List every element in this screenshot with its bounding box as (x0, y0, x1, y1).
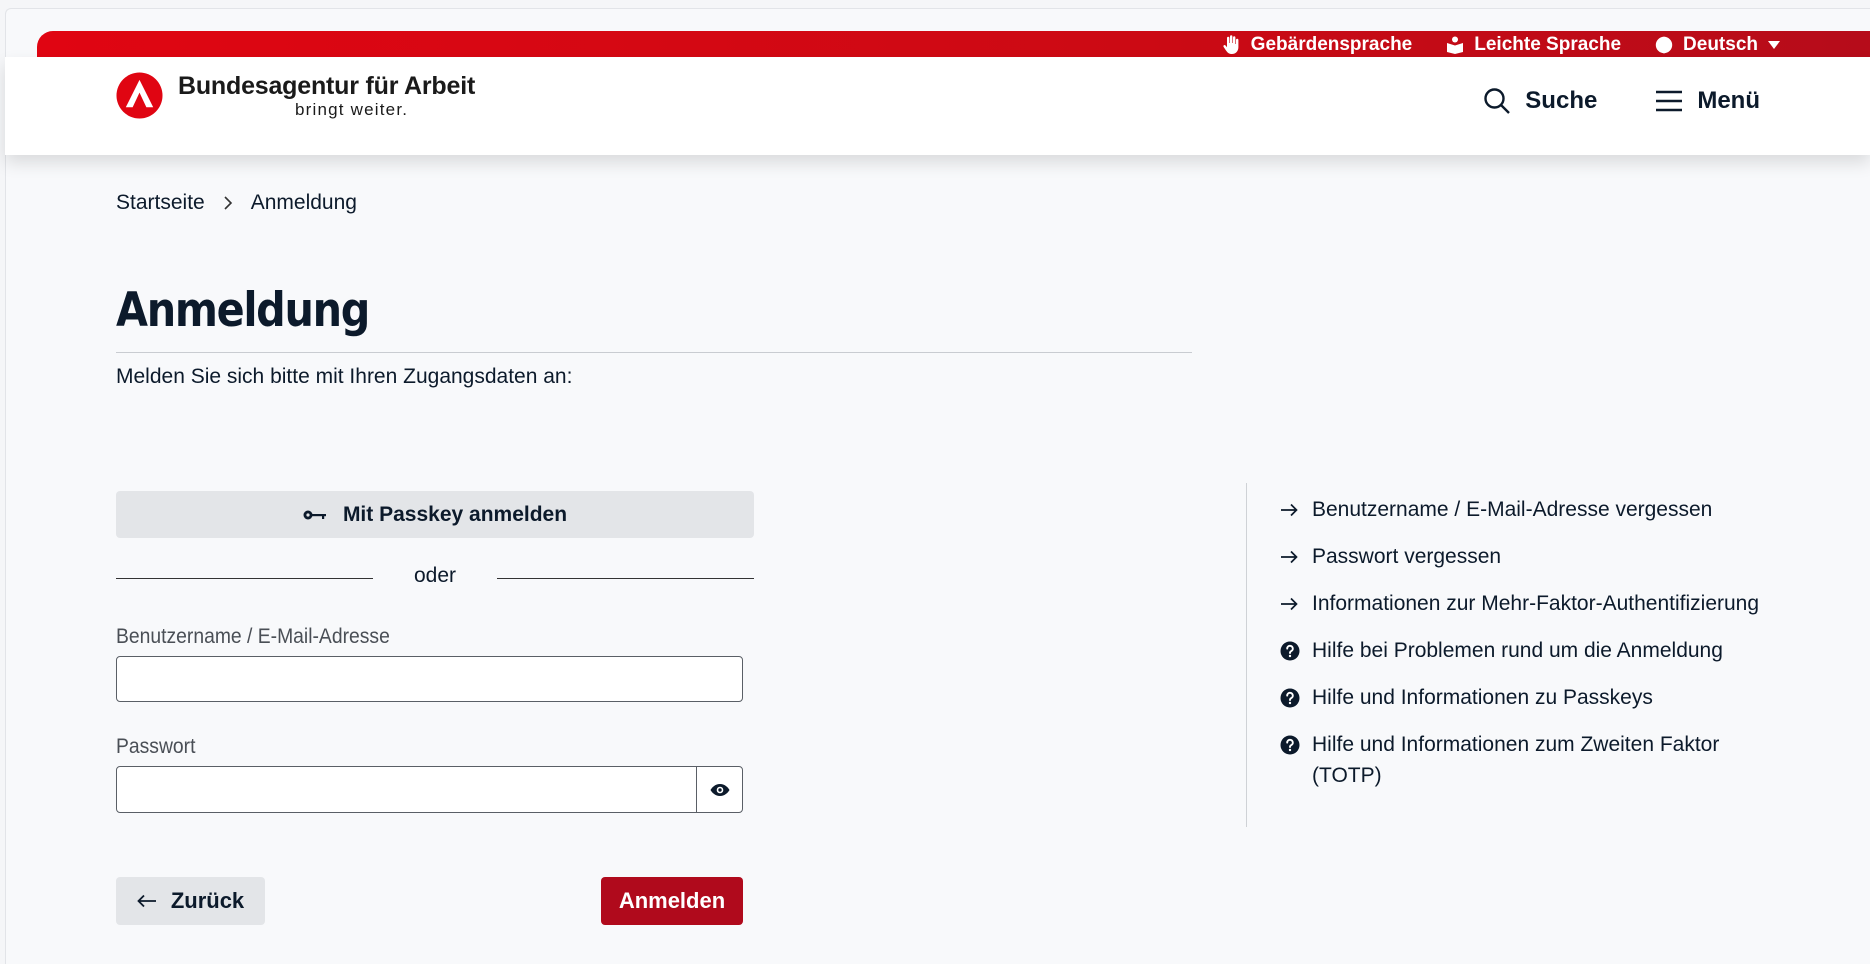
logo-name: Bundesagentur für Arbeit (178, 72, 476, 100)
breadcrumb: Startseite Anmeldung (116, 191, 357, 215)
menu-label: Menü (1697, 87, 1760, 114)
hamburger-menu-icon (1656, 90, 1683, 112)
passkey-login-label: Mit Passkey anmelden (342, 502, 568, 526)
help-link-2[interactable]: Informationen zur Mehr-Faktor-Authentifi… (1280, 588, 1760, 619)
password-input[interactable] (117, 767, 696, 812)
help-link-1[interactable]: Passwort vergessen (1280, 541, 1760, 572)
search-button[interactable]: Suche (1483, 87, 1597, 115)
username-label: Benutzername / E-Mail-Adresse (116, 625, 390, 648)
help-circle-icon (1280, 729, 1300, 760)
key-icon (303, 510, 326, 519)
arrow-right-icon (1280, 541, 1300, 572)
help-link-0[interactable]: Benutzername / E-Mail-Adresse vergessen (1280, 494, 1760, 525)
title-divider (116, 352, 1192, 353)
site-header: Bundesagentur für Arbeit bringt weiter. … (5, 57, 1870, 155)
help-links-list: Benutzername / E-Mail-Adresse vergessen P… (1280, 494, 1760, 807)
help-link-label: Hilfe und Informationen zu Passkeys (1312, 686, 1653, 709)
back-label: Zurück (170, 888, 245, 913)
sign-language-label: Gebärdensprache (1250, 34, 1413, 55)
help-link-label: Informationen zur Mehr-Faktor-Authentifi… (1312, 592, 1760, 615)
easy-language-label: Leichte Sprache (1474, 34, 1622, 55)
column-divider (1246, 483, 1247, 827)
easy-language-link[interactable]: Leichte Sprache (1446, 34, 1621, 56)
chevron-right-icon (224, 196, 232, 210)
language-select[interactable]: Deutsch (1655, 34, 1780, 56)
ba-logo-icon (116, 72, 163, 119)
language-label: Deutsch (1683, 34, 1758, 55)
login-button[interactable]: Anmelden (601, 877, 743, 925)
arrow-right-icon (1280, 494, 1300, 525)
back-button[interactable]: Zurück (116, 877, 265, 925)
search-icon (1484, 88, 1511, 114)
help-link-label: Passwort vergessen (1312, 545, 1502, 568)
page-title: Anmeldung (116, 283, 370, 338)
arrow-left-icon (137, 894, 156, 908)
globe-icon (1655, 36, 1673, 54)
passkey-login-button[interactable]: Mit Passkey anmelden (116, 491, 754, 538)
help-link-label: Benutzername / E-Mail-Adresse vergessen (1312, 498, 1713, 521)
hand-icon (1223, 35, 1239, 54)
book-icon (1447, 36, 1464, 54)
sign-language-link[interactable]: Gebärdensprache (1223, 34, 1413, 56)
utility-bar: Gebärdensprache Leichte Sprache Deutsch (37, 31, 1870, 59)
brand-logo[interactable]: Bundesagentur für Arbeit bringt weiter. (116, 72, 475, 120)
or-divider: oder (116, 564, 754, 588)
arrow-right-icon (1280, 588, 1300, 619)
help-circle-icon (1280, 682, 1300, 713)
or-label: oder (413, 564, 457, 587)
eye-icon (710, 783, 729, 796)
breadcrumb-home[interactable]: Startseite (116, 191, 205, 215)
intro-text: Melden Sie sich bitte mit Ihren Zugangsd… (116, 365, 573, 388)
search-label: Suche (1525, 87, 1598, 114)
help-link-5[interactable]: Hilfe und Informationen zum Zweiten Fakt… (1280, 729, 1760, 791)
help-link-3[interactable]: Hilfe bei Problemen rund um die Anmeldun… (1280, 635, 1760, 666)
username-input[interactable] (116, 656, 743, 702)
help-link-4[interactable]: Hilfe und Informationen zu Passkeys (1280, 682, 1760, 713)
password-field-group (116, 766, 743, 813)
help-circle-icon (1280, 635, 1300, 666)
logo-claim: bringt weiter. (295, 100, 409, 119)
help-link-label: Hilfe und Informationen zum Zweiten Fakt… (1312, 733, 1720, 787)
help-link-label: Hilfe bei Problemen rund um die Anmeldun… (1312, 639, 1723, 662)
caret-down-icon (1768, 41, 1780, 49)
breadcrumb-current: Anmeldung (250, 191, 357, 214)
menu-button[interactable]: Menü (1655, 87, 1760, 115)
show-password-button[interactable] (696, 767, 742, 812)
password-label: Passwort (116, 735, 196, 758)
